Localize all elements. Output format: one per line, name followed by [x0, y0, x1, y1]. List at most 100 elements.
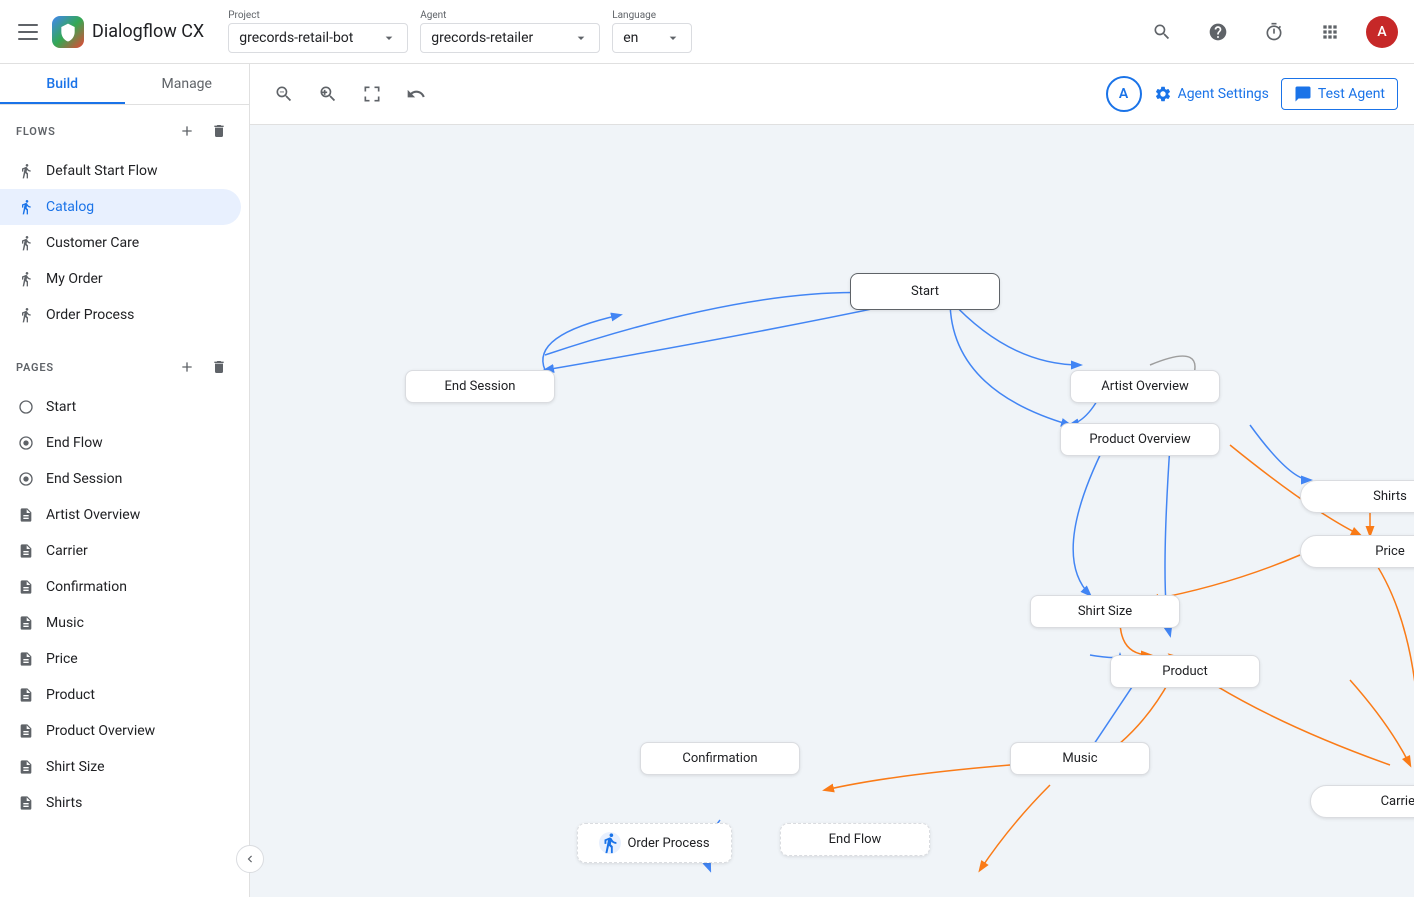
zoom-in-btn[interactable]	[310, 76, 346, 112]
node-order-process-label: Order Process	[627, 836, 709, 851]
node-music[interactable]: Music	[1010, 742, 1150, 775]
sidebar-item-label-default-start-flow: Default Start Flow	[46, 163, 158, 179]
sidebar-item-shirt-size[interactable]: Shirt Size	[0, 749, 241, 785]
sidebar-item-default-start-flow[interactable]: Default Start Flow	[0, 153, 241, 189]
page-icon-product	[16, 685, 36, 705]
delete-flow-btn[interactable]	[205, 117, 233, 145]
project-dropdown[interactable]: grecords-retail-bot	[228, 23, 408, 53]
sidebar-item-label-customer-care: Customer Care	[46, 235, 139, 251]
page-icon-product-overview	[16, 721, 36, 741]
delete-page-btn[interactable]	[205, 353, 233, 381]
node-start[interactable]: Start	[850, 273, 1000, 310]
fit-btn[interactable]	[354, 76, 390, 112]
node-product-overview[interactable]: Product Overview	[1060, 423, 1220, 456]
node-confirmation[interactable]: Confirmation	[640, 742, 800, 775]
canvas-toolbar-right: A Agent Settings Test Agent	[1106, 76, 1398, 112]
node-end-flow-label: End Flow	[829, 832, 882, 847]
content-area: A Agent Settings Test Agent	[250, 64, 1414, 897]
language-label: Language	[612, 10, 692, 21]
flow-icon	[16, 161, 36, 181]
project-value: grecords-retail-bot	[239, 30, 353, 46]
flows-section-header: FLOWS	[16, 117, 233, 145]
test-agent-btn[interactable]: Test Agent	[1281, 78, 1398, 110]
tab-manage[interactable]: Manage	[125, 64, 250, 104]
agent-dropdown[interactable]: grecords-retailer	[420, 23, 600, 53]
pages-section-title: PAGES	[16, 361, 54, 374]
sidebar-item-shirts[interactable]: Shirts	[0, 785, 241, 821]
connections-svg	[250, 125, 1414, 897]
language-dropdown[interactable]: en	[612, 23, 692, 53]
node-artist-overview[interactable]: Artist Overview	[1070, 370, 1220, 403]
sidebar-item-end-flow[interactable]: End Flow	[0, 425, 241, 461]
circle-icon-end-session	[16, 469, 36, 489]
pages-section-header: PAGES	[16, 353, 233, 381]
node-end-flow[interactable]: End Flow	[780, 823, 930, 856]
node-shirt-size[interactable]: Shirt Size	[1030, 595, 1180, 628]
project-selector-group: Project grecords-retail-bot	[228, 10, 408, 53]
undo-btn[interactable]	[398, 76, 434, 112]
sidebar-item-music[interactable]: Music	[0, 605, 241, 641]
sidebar-item-product[interactable]: Product	[0, 677, 241, 713]
sidebar-item-start[interactable]: Start	[0, 389, 241, 425]
sidebar-item-order-process[interactable]: Order Process	[0, 297, 241, 333]
node-carrier-label: Carrier	[1381, 794, 1414, 809]
sidebar-item-price[interactable]: Price	[0, 641, 241, 677]
circle-icon-end-flow	[16, 433, 36, 453]
apps-btn[interactable]	[1310, 12, 1350, 52]
sidebar-item-my-order[interactable]: My Order	[0, 261, 241, 297]
sidebar-item-label-catalog: Catalog	[46, 199, 94, 215]
project-selectors: Project grecords-retail-bot Agent grecor…	[228, 10, 692, 53]
search-btn[interactable]	[1142, 12, 1182, 52]
page-icon-music	[16, 613, 36, 633]
timer-btn[interactable]	[1254, 12, 1294, 52]
zoom-out-btn[interactable]	[266, 76, 302, 112]
language-selector-group: Language en	[612, 10, 692, 53]
sidebar-collapse-btn[interactable]	[236, 845, 264, 873]
menu-icon[interactable]	[16, 20, 40, 44]
add-flow-btn[interactable]	[173, 117, 201, 145]
test-agent-label: Test Agent	[1318, 86, 1385, 102]
sidebar-item-label-carrier: Carrier	[46, 543, 88, 559]
sidebar-item-customer-care[interactable]: Customer Care	[0, 225, 241, 261]
node-product[interactable]: Product	[1110, 655, 1260, 688]
canvas[interactable]: Start End Session Artist Overview Produc…	[250, 125, 1414, 897]
flow-icon-order-process	[16, 305, 36, 325]
flow-icon-customer-care	[16, 233, 36, 253]
flows-section-title: FLOWS	[16, 125, 56, 138]
sidebar-item-label-shirts: Shirts	[46, 795, 82, 811]
node-price[interactable]: Price	[1300, 535, 1414, 568]
sidebar-item-carrier[interactable]: Carrier	[0, 533, 241, 569]
sidebar-item-label-my-order: My Order	[46, 271, 103, 287]
sidebar-item-artist-overview[interactable]: Artist Overview	[0, 497, 241, 533]
agent-settings-label: Agent Settings	[1178, 86, 1269, 102]
app-logo[interactable]: Dialogflow CX	[52, 16, 204, 48]
sidebar-item-label-product: Product	[46, 687, 95, 703]
node-shirts-label: Shirts	[1373, 489, 1407, 504]
page-icon-confirmation	[16, 577, 36, 597]
sidebar-item-end-session[interactable]: End Session	[0, 461, 241, 497]
sidebar-item-confirmation[interactable]: Confirmation	[0, 569, 241, 605]
sidebar-item-label-artist-overview: Artist Overview	[46, 507, 140, 523]
order-process-icon	[599, 832, 621, 854]
sidebar-item-label-shirt-size: Shirt Size	[46, 759, 105, 775]
circle-icon-start	[16, 397, 36, 417]
agent-avatar[interactable]: A	[1106, 76, 1142, 112]
tab-build[interactable]: Build	[0, 64, 125, 104]
help-btn[interactable]	[1198, 12, 1238, 52]
user-avatar[interactable]: A	[1366, 16, 1398, 48]
node-end-session[interactable]: End Session	[405, 370, 555, 403]
flows-actions	[173, 117, 233, 145]
app-logo-icon	[52, 16, 84, 48]
add-page-btn[interactable]	[173, 353, 201, 381]
sidebar-tabs: Build Manage	[0, 64, 249, 105]
node-shirts[interactable]: Shirts	[1300, 480, 1414, 513]
sidebar-item-label-product-overview: Product Overview	[46, 723, 155, 739]
sidebar-item-label-start: Start	[46, 399, 76, 415]
sidebar-item-product-overview[interactable]: Product Overview	[0, 713, 241, 749]
sidebar-item-label-order-process: Order Process	[46, 307, 134, 323]
agent-settings-btn[interactable]: Agent Settings	[1154, 85, 1269, 103]
node-order-process[interactable]: Order Process	[577, 823, 732, 863]
node-carrier[interactable]: Carrier	[1310, 785, 1414, 818]
sidebar-item-catalog[interactable]: Catalog	[0, 189, 241, 225]
flow-icon-catalog	[16, 197, 36, 217]
